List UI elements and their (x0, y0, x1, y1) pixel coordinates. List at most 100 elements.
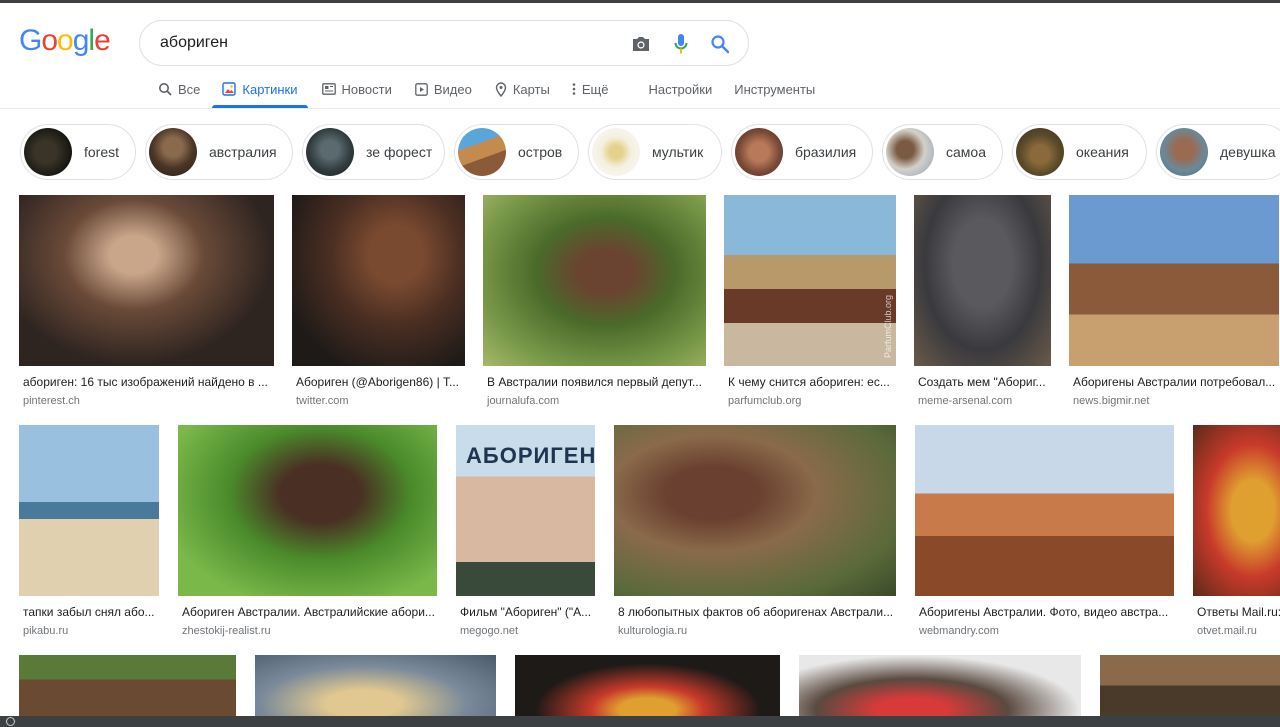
result-image[interactable]: АБОРИГЕН (456, 425, 595, 596)
result-domain[interactable]: journalufa.com (483, 395, 706, 407)
tab-settings[interactable]: Настройки (648, 70, 712, 108)
image-result[interactable]: Ответы Mail.ru: otvet.mail.ru (1193, 425, 1280, 637)
result-image[interactable] (483, 195, 706, 366)
result-caption[interactable]: Аборигены Австралии. Фото, видео австра.… (915, 605, 1174, 619)
tab-images[interactable]: Картинки (212, 70, 308, 108)
camera-icon[interactable] (629, 32, 653, 56)
result-image[interactable] (292, 195, 465, 366)
image-result[interactable]: 8 любопытных фактов об аборигенах Австра… (614, 425, 896, 637)
chip-label: мультик (652, 144, 704, 160)
result-image[interactable] (915, 425, 1174, 596)
chip-island[interactable]: остров (454, 124, 579, 180)
result-image[interactable] (1100, 655, 1280, 716)
image-result[interactable] (1100, 655, 1280, 716)
image-result[interactable]: Аборигены Австралии потребовал... news.b… (1069, 195, 1279, 407)
chip-label: зе форест (366, 144, 433, 160)
result-caption[interactable]: Абориген Австралии. Австралийские абори.… (178, 605, 437, 619)
image-result[interactable]: Абориген Австралии. Австралийские абори.… (178, 425, 437, 637)
search-icon[interactable] (708, 32, 732, 56)
chip-oceania[interactable]: океания (1012, 124, 1147, 180)
search-box[interactable] (139, 20, 749, 66)
chip-samoa[interactable]: самоа (882, 124, 1003, 180)
result-domain[interactable]: pinterest.ch (19, 395, 274, 407)
logo-letter: o (41, 24, 58, 57)
image-result[interactable] (799, 655, 1081, 716)
result-image[interactable] (515, 655, 780, 716)
result-caption[interactable]: Абориген (@Aborigen86) | Т... (292, 375, 465, 389)
microphone-icon[interactable] (669, 32, 693, 56)
result-image[interactable] (255, 655, 496, 716)
image-result[interactable] (515, 655, 780, 716)
tab-maps[interactable]: Карты (495, 70, 550, 108)
chip-forest[interactable]: forest (20, 124, 136, 180)
chip-thumbnail (1016, 128, 1064, 176)
result-image[interactable] (1193, 425, 1280, 596)
image-result[interactable]: тапки забыл снял або... pikabu.ru (19, 425, 159, 637)
result-caption[interactable]: Аборигены Австралии потребовал... (1069, 375, 1279, 389)
image-result[interactable]: АБОРИГЕН Фильм "Абориген" ("А... megogo.… (456, 425, 595, 637)
image-result[interactable]: Создать мем "Абориг... meme-arsenal.com (914, 195, 1051, 407)
result-caption[interactable]: Фильм "Абориген" ("А... (456, 605, 595, 619)
image-result[interactable] (255, 655, 496, 716)
chip-cartoon[interactable]: мультик (588, 124, 722, 180)
tab-all[interactable]: Все (158, 70, 200, 108)
tab-video[interactable]: Видео (414, 70, 472, 108)
chip-thumbnail (458, 128, 506, 176)
system-icon[interactable] (6, 717, 15, 726)
chip-thumbnail (24, 128, 72, 176)
tab-label: Картинки (242, 81, 298, 97)
chip-thumbnail (149, 128, 197, 176)
image-result[interactable]: Абориген (@Aborigen86) | Т... twitter.co… (292, 195, 465, 407)
chip-australia[interactable]: австралия (145, 124, 293, 180)
result-image[interactable] (19, 425, 159, 596)
image-result[interactable]: абориген: 16 тыс изображений найдено в .… (19, 195, 274, 407)
result-image[interactable] (799, 655, 1081, 716)
result-domain[interactable]: zhestokij-realist.ru (178, 625, 437, 637)
tab-tools[interactable]: Инструменты (734, 70, 815, 108)
result-caption[interactable]: Создать мем "Абориг... (914, 375, 1051, 389)
results-row: тапки забыл снял або... pikabu.ru Абориг… (19, 425, 1280, 637)
related-chips: forest австралия зе форест остров мульти… (20, 124, 1280, 180)
chip-label: forest (84, 144, 120, 160)
result-domain[interactable]: pikabu.ru (19, 625, 159, 637)
watermark-text: ParfumClub.org (883, 295, 893, 359)
image-result[interactable]: В Австралии появился первый депут... jou… (483, 195, 706, 407)
result-domain[interactable]: parfumclub.org (724, 395, 896, 407)
result-caption[interactable]: В Австралии появился первый депут... (483, 375, 706, 389)
result-caption[interactable]: 8 любопытных фактов об аборигенах Австра… (614, 605, 896, 619)
result-image[interactable]: ParfumClub.org (724, 195, 896, 366)
chip-thumbnail (886, 128, 934, 176)
chip-brazil[interactable]: бразилия (731, 124, 873, 180)
result-domain[interactable]: news.bigmir.net (1069, 395, 1279, 407)
image-result[interactable]: ParfumClub.org К чему снится абориген: е… (724, 195, 896, 407)
search-input[interactable] (160, 34, 600, 52)
more-vert-icon (572, 83, 576, 95)
image-result[interactable] (19, 655, 236, 716)
result-domain[interactable]: meme-arsenal.com (914, 395, 1051, 407)
logo-letter: g (72, 24, 90, 57)
tab-more[interactable]: Ещё (572, 70, 608, 108)
result-domain[interactable]: kulturologia.ru (614, 625, 896, 637)
result-caption[interactable]: К чему снится абориген: ес... (724, 375, 896, 389)
chip-girl[interactable]: девушка (1156, 124, 1280, 180)
logo-letter: G (19, 24, 42, 57)
result-image[interactable] (19, 195, 274, 366)
result-image[interactable] (19, 655, 236, 716)
result-image[interactable] (614, 425, 896, 596)
result-domain[interactable]: webmandry.com (915, 625, 1174, 637)
result-image[interactable] (1069, 195, 1279, 366)
result-caption[interactable]: тапки забыл снял або... (19, 605, 159, 619)
result-domain[interactable]: megogo.net (456, 625, 595, 637)
tab-news[interactable]: Новости (321, 70, 392, 108)
chip-the-forest[interactable]: зе форест (302, 124, 445, 180)
google-logo[interactable]: G o o g l e (19, 24, 111, 58)
result-image[interactable] (178, 425, 437, 596)
result-domain[interactable]: otvet.mail.ru (1193, 625, 1280, 637)
result-image[interactable] (914, 195, 1051, 366)
result-caption[interactable]: абориген: 16 тыс изображений найдено в .… (19, 375, 274, 389)
news-icon (321, 83, 336, 95)
tab-label: Карты (512, 81, 550, 97)
image-result[interactable]: Аборигены Австралии. Фото, видео австра.… (915, 425, 1174, 637)
result-domain[interactable]: twitter.com (292, 395, 465, 407)
result-caption[interactable]: Ответы Mail.ru: (1193, 605, 1280, 619)
